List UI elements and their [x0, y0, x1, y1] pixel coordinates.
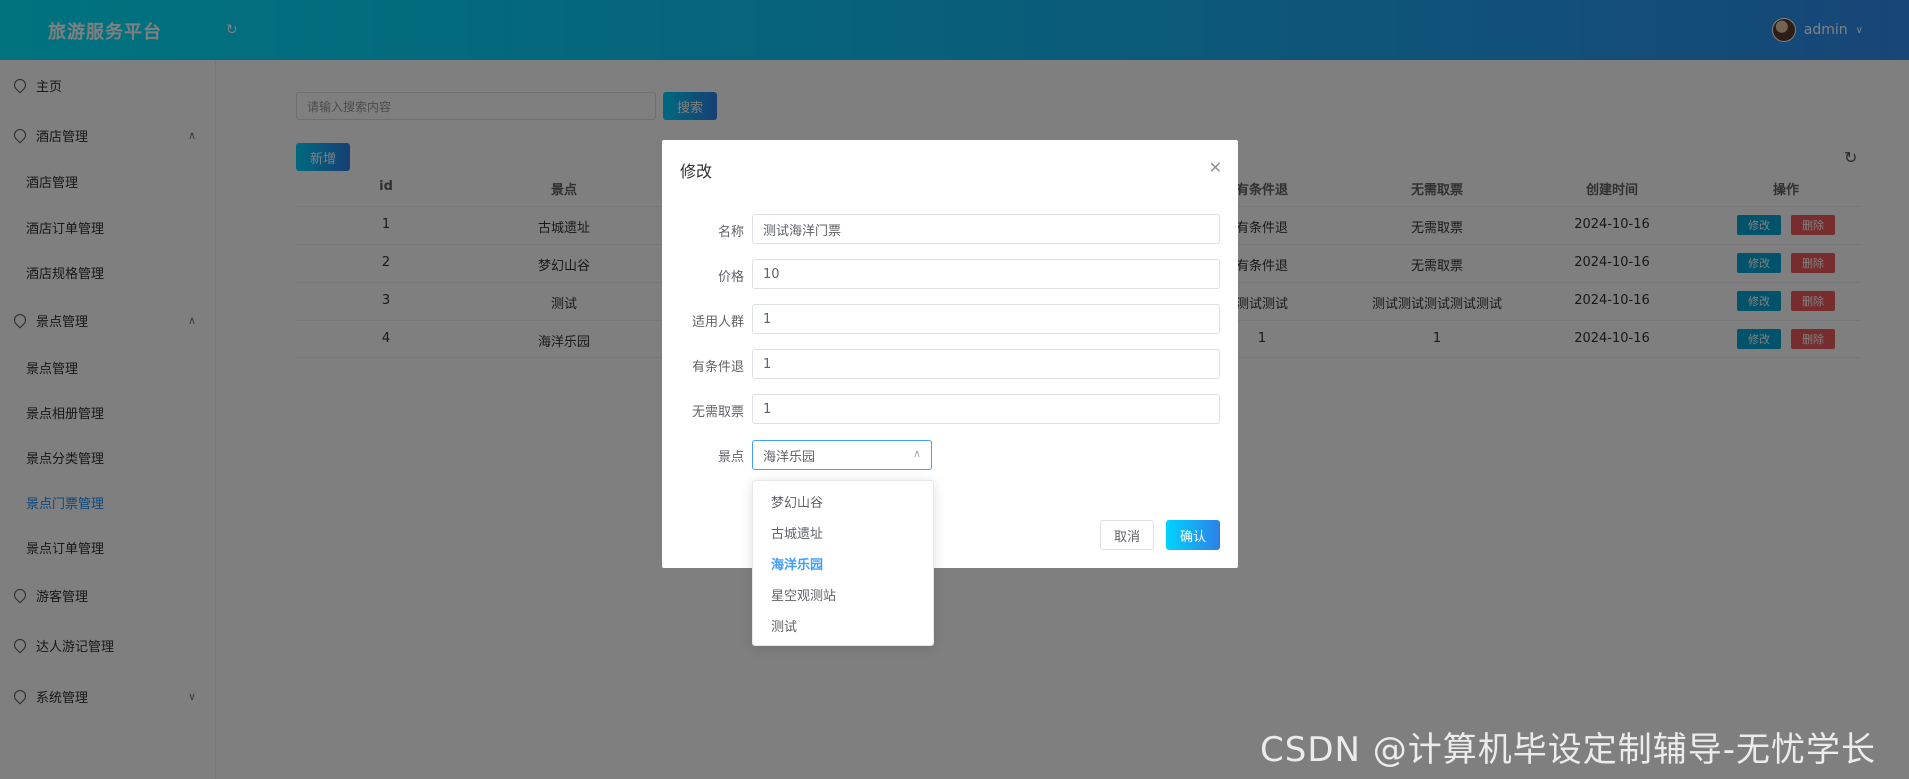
field-label-price: 价格: [717, 270, 744, 285]
confirm-button[interactable]: 确认: [1166, 520, 1220, 550]
dropdown-option[interactable]: 星空观测站: [771, 585, 836, 604]
price-field[interactable]: 10: [752, 259, 1220, 289]
spot-select-value: 海洋乐园: [763, 449, 816, 465]
name-field[interactable]: 测试海洋门票: [752, 214, 1220, 244]
dropdown-option[interactable]: 古城遗址: [771, 523, 823, 542]
refund-field[interactable]: 1: [752, 349, 1220, 379]
close-icon[interactable]: ✕: [1209, 158, 1222, 177]
field-label-name: 名称: [717, 225, 744, 240]
dropdown-option[interactable]: 梦幻山谷: [771, 492, 823, 511]
dialog-title: 修改: [680, 162, 713, 181]
ticket-field[interactable]: 1: [752, 394, 1220, 424]
cancel-button[interactable]: 取消: [1100, 520, 1154, 550]
watermark: CSDN @计算机毕设定制辅导-无忧学长: [1260, 730, 1877, 770]
spot-select[interactable]: 海洋乐园 ∧: [752, 440, 932, 470]
field-label-ticket: 无需取票: [691, 405, 744, 420]
field-label-refund: 有条件退: [691, 360, 744, 375]
edit-dialog: 修改 ✕ 名称 测试海洋门票 价格 10 适用人群 1 有条件退 1 无需取票 …: [662, 140, 1238, 568]
spot-dropdown: 梦幻山谷 古城遗址 海洋乐园 星空观测站 测试: [752, 480, 934, 646]
dropdown-option-selected[interactable]: 海洋乐园: [771, 554, 823, 573]
audience-field[interactable]: 1: [752, 304, 1220, 334]
chevron-up-icon: ∧: [912, 447, 921, 460]
field-label-audience: 适用人群: [691, 315, 744, 330]
dropdown-option[interactable]: 测试: [771, 616, 797, 635]
field-label-spot: 景点: [717, 450, 744, 465]
